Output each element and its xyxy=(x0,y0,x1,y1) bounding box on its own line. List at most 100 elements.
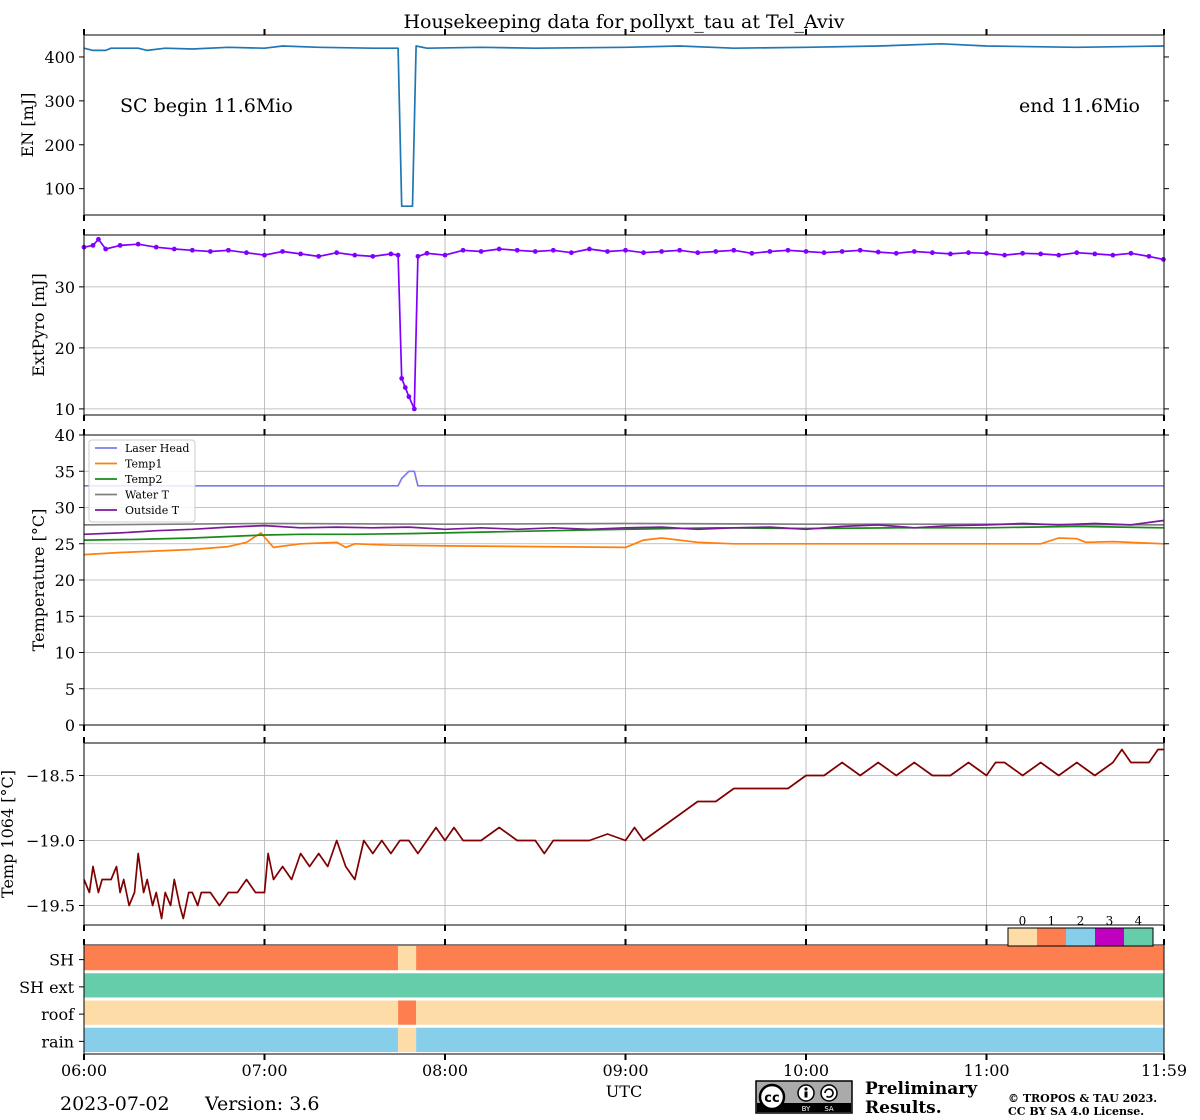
version-label: Version: 3.6 xyxy=(204,1093,319,1115)
legend-label: Laser Head xyxy=(125,442,189,455)
data-point xyxy=(442,252,448,258)
series-line-temp1064 xyxy=(83,748,1164,920)
data-point xyxy=(406,394,412,400)
data-point xyxy=(103,246,109,252)
y-tick-label: 10 xyxy=(55,644,75,663)
data-point xyxy=(767,249,773,254)
data-point xyxy=(352,252,358,258)
data-point xyxy=(478,249,484,254)
data-point xyxy=(207,249,213,254)
colorbar-cell xyxy=(1124,928,1153,946)
data-point xyxy=(399,375,405,381)
share-alike-icon xyxy=(820,1084,838,1102)
data-point xyxy=(605,249,610,254)
annotation-end: end 11.6Mio xyxy=(1019,95,1140,117)
data-point xyxy=(334,250,340,256)
series-line-extpyro xyxy=(83,238,1164,410)
x-axis-label: UTC xyxy=(606,1082,642,1101)
status-cell xyxy=(398,1027,417,1052)
legend: Laser Head Temp1 Temp2 Water T Outside T xyxy=(88,439,196,523)
legend-label: Temp2 xyxy=(125,473,162,486)
colorbar-cell xyxy=(1066,928,1095,946)
data-point xyxy=(948,251,953,257)
annotation-begin: SC begin 11.6Mio xyxy=(120,95,293,117)
data-point xyxy=(803,249,809,254)
colorbar-label: 0 xyxy=(1019,914,1027,928)
y-tick-label: 20 xyxy=(55,571,75,590)
x-tick-label: 11:59 xyxy=(1141,1061,1187,1080)
data-point xyxy=(785,247,791,253)
figure-title: Housekeeping data for pollyxt_tau at Tel… xyxy=(403,11,844,33)
colorbar-cell xyxy=(1037,928,1066,946)
y-tick-label: 35 xyxy=(55,462,75,481)
y-tick-label: −19.0 xyxy=(26,832,75,851)
preliminary-results-label: Results. xyxy=(865,1098,942,1118)
data-point xyxy=(244,250,249,256)
data-point xyxy=(713,249,719,254)
status-cell xyxy=(416,1027,1164,1052)
status-row-label: SH xyxy=(49,951,74,970)
status-row-label: SH ext xyxy=(19,978,74,997)
data-point xyxy=(857,247,863,253)
y-tick-label: 30 xyxy=(55,499,75,518)
y-tick-label: 300 xyxy=(44,92,75,111)
data-point xyxy=(587,246,592,252)
data-point xyxy=(316,253,322,259)
data-point xyxy=(1056,252,1062,258)
data-point xyxy=(1128,250,1134,256)
colorbar-label: 3 xyxy=(1106,914,1114,928)
data-point xyxy=(677,247,683,253)
data-point xyxy=(929,250,935,256)
data-point xyxy=(1161,257,1166,262)
y-axis-label: EN [mJ] xyxy=(18,93,37,158)
data-point xyxy=(415,253,421,259)
data-point xyxy=(262,252,267,258)
energy-panel: 100 200 300 400 EN [mJ] SC begin 11.6Mio end 1… xyxy=(18,29,1169,221)
legend-label: Water T xyxy=(125,489,170,502)
status-cell xyxy=(398,946,417,971)
status-row-label: roof xyxy=(41,1005,75,1024)
data-point xyxy=(90,242,96,248)
cc-logo-text: cc xyxy=(764,1091,779,1106)
data-point xyxy=(388,251,394,257)
y-tick-label: −19.5 xyxy=(26,897,75,916)
status-panel: SH SH ext roof rain 0 1 2 3 4 xyxy=(19,914,1165,1060)
x-tick-label: 11:00 xyxy=(963,1061,1009,1080)
preliminary-label: Preliminary xyxy=(865,1079,978,1099)
status-cell xyxy=(398,1000,417,1025)
data-point xyxy=(226,247,231,253)
axes-frame xyxy=(83,234,1165,416)
colorbar-label: 4 xyxy=(1135,914,1143,928)
data-point xyxy=(532,249,538,254)
data-point xyxy=(189,247,195,253)
data-point xyxy=(395,252,401,258)
copyright-line-2: CC BY SA 4.0 License. xyxy=(1008,1105,1144,1118)
y-tick-label: 200 xyxy=(44,136,75,155)
data-point xyxy=(659,249,665,254)
y-axis-label: Temp 1064 [°C] xyxy=(0,770,17,898)
data-point xyxy=(1038,251,1044,257)
x-tick-label: 10:00 xyxy=(783,1061,829,1080)
cc-license-badge: cc BY SA xyxy=(755,1080,853,1114)
data-point xyxy=(875,249,881,255)
data-point xyxy=(298,251,304,257)
series-line-energy xyxy=(83,42,1164,208)
data-point xyxy=(1092,251,1098,257)
data-point xyxy=(731,247,737,253)
data-point xyxy=(984,250,989,256)
y-tick-label: −18.5 xyxy=(26,767,75,786)
x-tick-label: 09:00 xyxy=(602,1061,648,1080)
y-tick-label: 0 xyxy=(65,716,75,735)
data-point xyxy=(550,247,556,253)
data-point xyxy=(966,250,971,256)
status-cell xyxy=(84,973,1164,998)
data-point xyxy=(1020,250,1026,256)
data-point xyxy=(893,250,899,256)
colorbar-label: 1 xyxy=(1048,914,1056,928)
attribution-icon-body xyxy=(804,1091,808,1098)
data-point xyxy=(402,385,408,390)
y-tick-label: 10 xyxy=(55,400,75,419)
data-point xyxy=(568,250,574,256)
legend-label: Temp1 xyxy=(125,458,162,471)
data-point xyxy=(911,249,917,254)
